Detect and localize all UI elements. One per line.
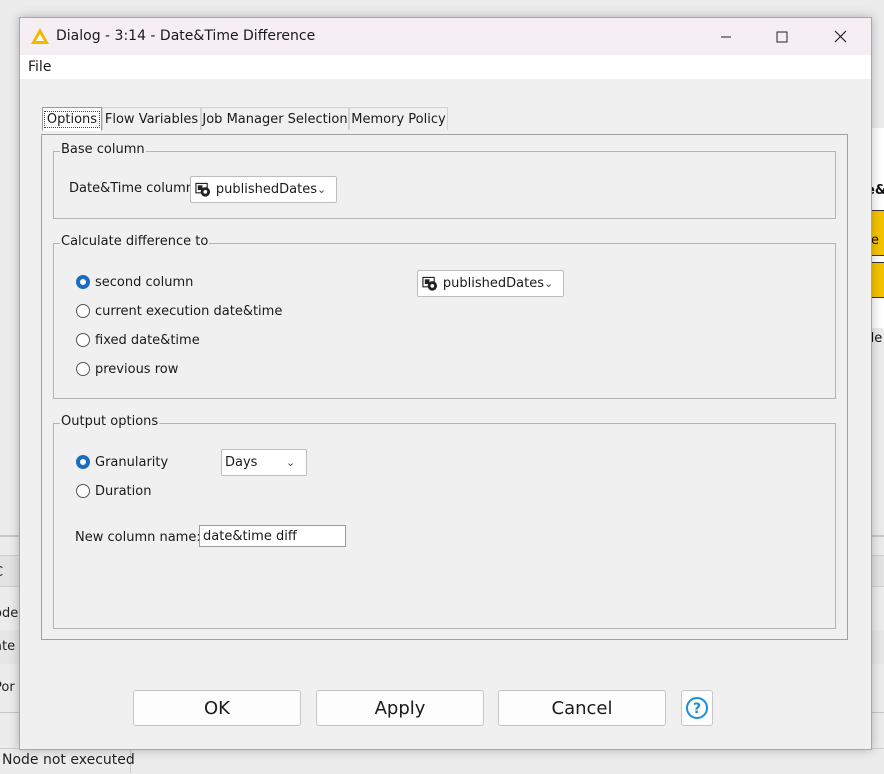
chevron-down-icon: ⌄ xyxy=(316,183,327,196)
calculate-difference-group: Calculate difference to second column cu… xyxy=(53,234,836,399)
ok-button[interactable]: OK xyxy=(133,690,301,726)
radio-current-execution[interactable] xyxy=(76,304,90,318)
base-column-group: Base column Date&Time column publishedDa… xyxy=(53,142,836,219)
tab-job-manager-selection[interactable]: Job Manager Selection xyxy=(201,107,349,130)
second-column-select[interactable]: publishedDates ⌄ xyxy=(417,270,564,297)
group-title: Output options xyxy=(60,414,160,429)
menu-bar: File xyxy=(20,55,871,79)
group-title: Calculate difference to xyxy=(60,234,210,249)
date-time-column-label: Date&Time column xyxy=(69,181,195,196)
chevron-down-icon: ⌄ xyxy=(543,277,554,290)
help-icon: ? xyxy=(686,697,708,719)
background-label: C xyxy=(0,565,3,580)
new-column-name-input[interactable]: date&time diff xyxy=(199,525,346,547)
dialog-window: Dialog - 3:14 - Date&Time Difference Fil… xyxy=(19,17,872,750)
datetime-column-icon xyxy=(422,276,438,291)
tab-options[interactable]: Options xyxy=(42,107,102,131)
tab-flow-variables[interactable]: Flow Variables xyxy=(102,107,201,130)
radio-granularity[interactable] xyxy=(76,455,90,469)
tab-label: Flow Variables xyxy=(104,111,199,127)
chevron-down-icon: ⌄ xyxy=(286,456,296,469)
radio-second-column[interactable] xyxy=(76,275,90,289)
help-glyph: ? xyxy=(693,701,701,717)
datetime-column-icon xyxy=(195,182,211,197)
maximize-button[interactable] xyxy=(759,18,805,55)
apply-button[interactable]: Apply xyxy=(316,690,484,726)
cancel-button[interactable]: Cancel xyxy=(498,690,666,726)
group-title: Base column xyxy=(60,142,146,157)
radio-label[interactable]: Granularity xyxy=(95,455,168,470)
warning-icon xyxy=(31,28,49,44)
close-icon xyxy=(834,30,846,43)
radio-previous-row[interactable] xyxy=(76,362,90,376)
base-column-select[interactable]: publishedDates ⌄ xyxy=(190,176,337,203)
tab-label: Memory Policy xyxy=(351,111,446,127)
radio-label[interactable]: fixed date&time xyxy=(95,333,200,348)
close-button[interactable] xyxy=(817,18,863,55)
maximize-icon xyxy=(776,31,788,42)
new-column-name-label: New column name: xyxy=(75,530,201,545)
radio-label[interactable]: second column xyxy=(95,275,193,290)
tab-memory-policy[interactable]: Memory Policy xyxy=(349,107,448,130)
granularity-select[interactable]: Days ⌄ xyxy=(221,449,307,476)
combo-value: publishedDates xyxy=(215,182,317,197)
status-text: Node not executed xyxy=(2,752,135,768)
title-bar[interactable]: Dialog - 3:14 - Date&Time Difference xyxy=(20,18,871,55)
combo-value: publishedDates xyxy=(442,276,544,291)
menu-file[interactable]: File xyxy=(28,59,51,75)
options-panel: Base column Date&Time column publishedDa… xyxy=(41,134,848,640)
minimize-icon xyxy=(721,36,731,37)
background-label: Por xyxy=(0,680,15,695)
help-button[interactable]: ? xyxy=(681,690,713,726)
window-title: Dialog - 3:14 - Date&Time Difference xyxy=(56,28,316,44)
radio-label[interactable]: Duration xyxy=(95,484,151,499)
background-label: ode xyxy=(0,606,19,621)
tab-label: Job Manager Selection xyxy=(202,111,348,127)
minimize-button[interactable] xyxy=(703,18,749,55)
background-label: ate xyxy=(0,639,16,654)
radio-duration[interactable] xyxy=(76,484,90,498)
output-options-group: Output options Granularity Duration Days… xyxy=(53,414,836,629)
radio-fixed-date-time[interactable] xyxy=(76,333,90,347)
radio-label[interactable]: current execution date&time xyxy=(95,304,282,319)
tab-label: Options xyxy=(43,110,101,128)
combo-value: Days xyxy=(225,455,258,470)
radio-label[interactable]: previous row xyxy=(95,362,178,377)
